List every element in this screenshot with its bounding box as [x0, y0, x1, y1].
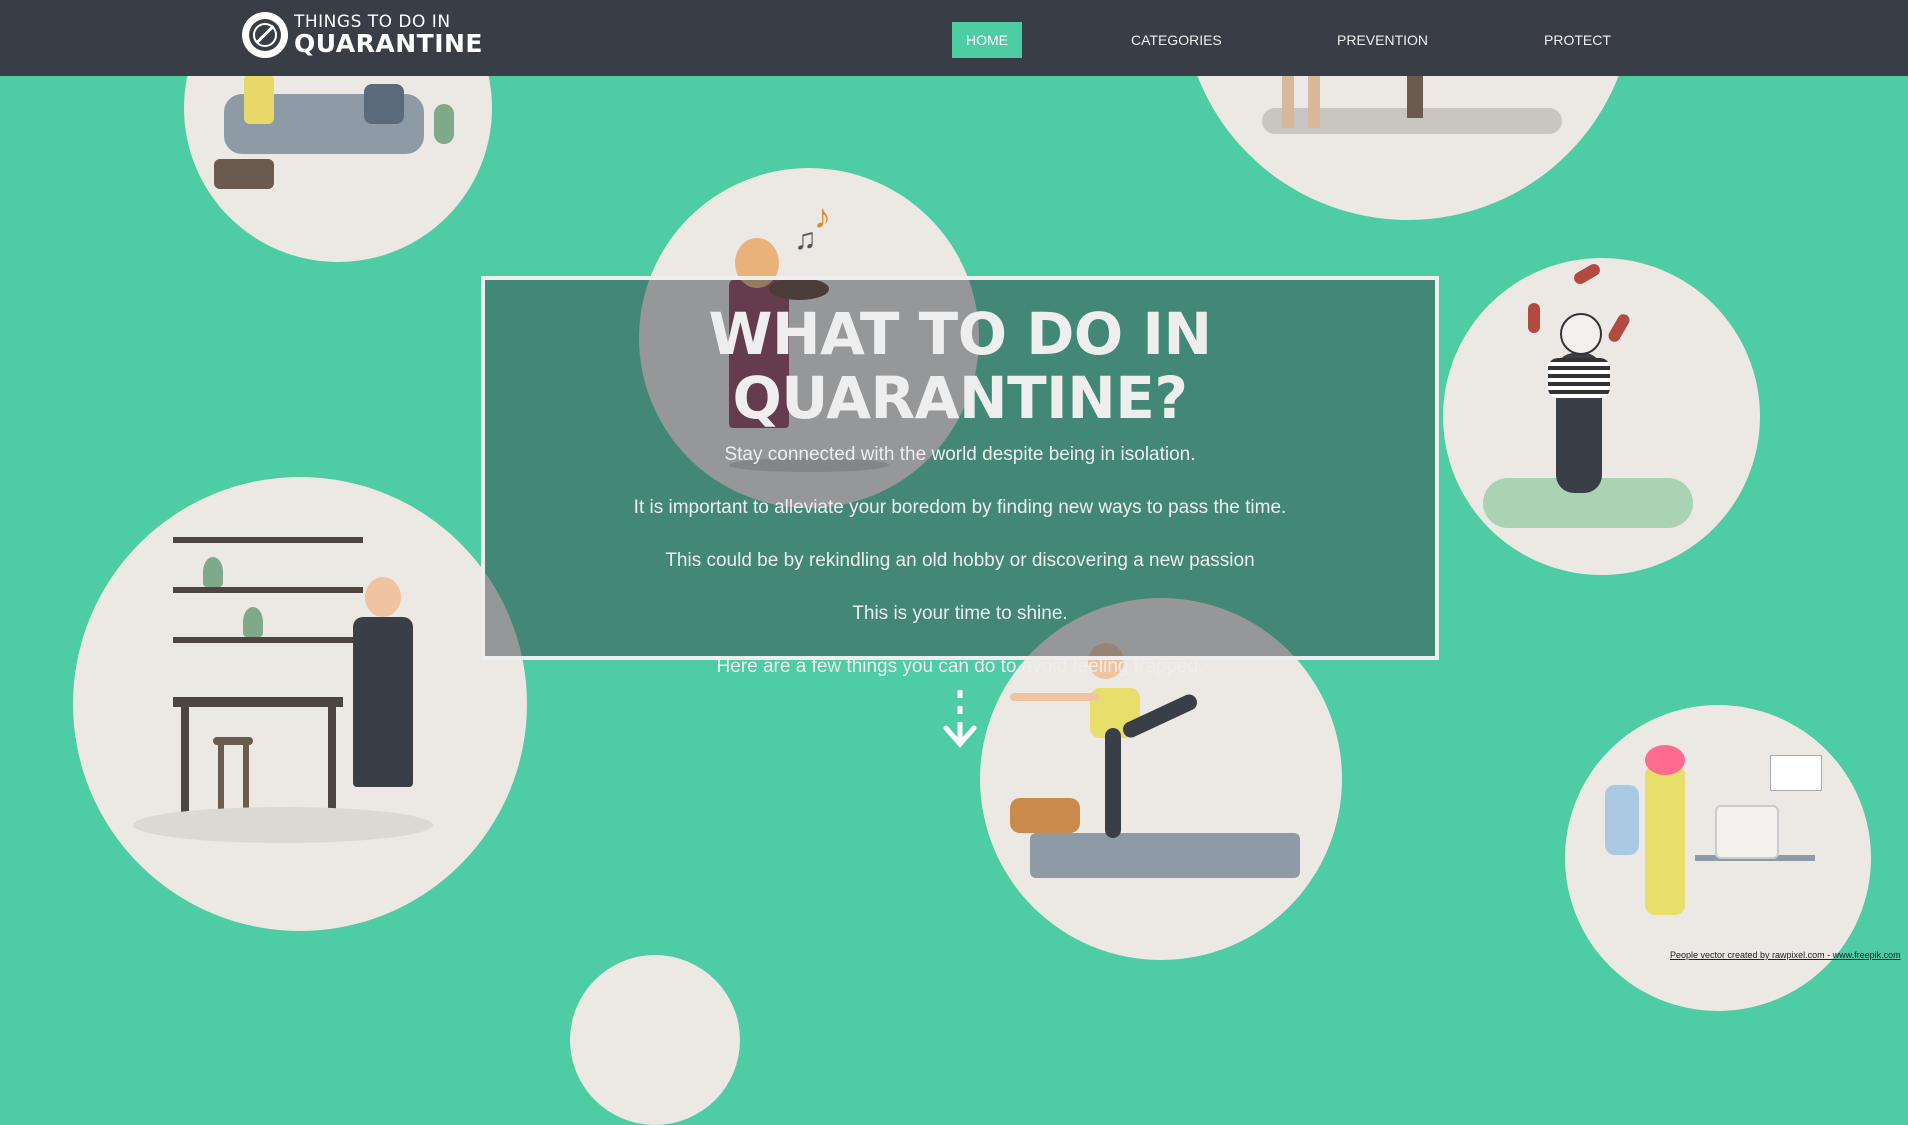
bottom-illustration [570, 955, 740, 1125]
image-credit-link[interactable]: People vector created by rawpixel.com - … [1670, 950, 1901, 960]
hero-line: This could be by rekindling an old hobby… [665, 550, 1255, 571]
hero-box: WHAT TO DO IN QUARANTINE? Stay connected… [481, 276, 1439, 677]
nav-home-link[interactable]: HOME [952, 22, 1022, 58]
hero-line: Stay connected with the world despite be… [724, 444, 1196, 465]
hero-line: This is your time to shine. [852, 603, 1068, 624]
hero-title: WHAT TO DO IN QUARANTINE? [708, 300, 1212, 432]
nav-categories-link[interactable]: CATEGORIES [1117, 22, 1236, 58]
tailor-illustration [1565, 705, 1871, 1011]
scroll-down-arrow-icon[interactable] [942, 688, 978, 757]
nav-protect-link[interactable]: PROTECT [1530, 22, 1625, 58]
top-navbar: THINGS TO DO IN QUARANTINE HOME CATEGORI… [0, 0, 1908, 76]
gardener-shelf-illustration [73, 477, 527, 931]
main-nav: HOME CATEGORIES PREVENTION PROTECT [0, 22, 1908, 58]
hero-line: Here are a few things you can do to avoi… [716, 656, 1204, 677]
nav-prevention-link[interactable]: PREVENTION [1323, 22, 1442, 58]
mime-juggler-illustration [1443, 258, 1760, 575]
hero-line: It is important to alleviate your boredo… [633, 497, 1287, 518]
